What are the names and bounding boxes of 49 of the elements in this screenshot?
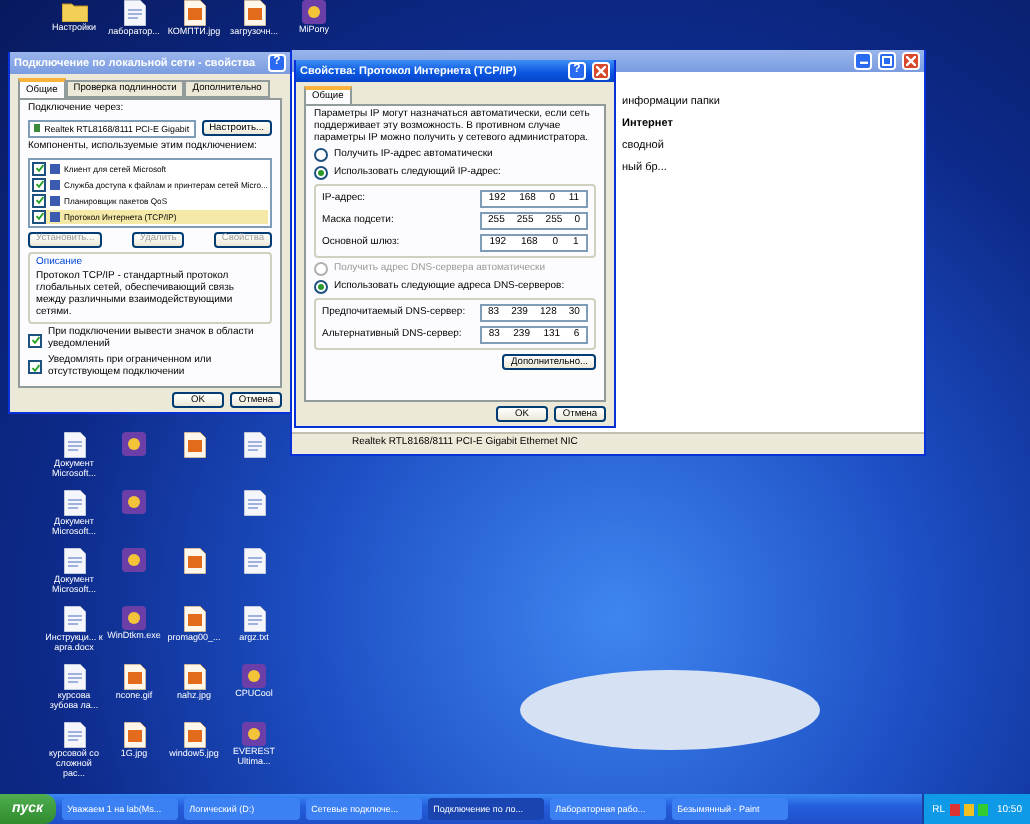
image-file-icon[interactable] — [183, 722, 205, 748]
radio-button[interactable] — [314, 166, 328, 181]
maximize-button[interactable] — [878, 52, 896, 70]
document-icon[interactable] — [63, 722, 85, 748]
document-icon[interactable] — [63, 490, 85, 516]
application-icon[interactable] — [122, 606, 146, 630]
application-icon[interactable] — [302, 0, 326, 24]
close-icon — [596, 66, 606, 76]
document-icon[interactable] — [243, 432, 265, 458]
checkbox[interactable] — [32, 161, 46, 176]
checkmark-icon — [31, 363, 39, 372]
document-icon[interactable] — [63, 548, 85, 574]
application-icon[interactable] — [122, 490, 146, 514]
maximize-icon — [882, 56, 892, 66]
document-icon[interactable] — [243, 490, 265, 516]
minimize-button[interactable] — [854, 52, 872, 70]
tray-icons[interactable] — [950, 803, 991, 815]
application-icon[interactable] — [242, 664, 266, 688]
image-file-icon[interactable] — [243, 0, 265, 26]
document-icon[interactable] — [63, 606, 85, 632]
application-icon[interactable] — [122, 548, 146, 572]
close-button[interactable] — [592, 62, 610, 80]
image-file-icon[interactable] — [183, 0, 205, 26]
application-icon[interactable] — [242, 722, 266, 746]
image-file-icon[interactable] — [183, 432, 205, 458]
checkbox[interactable] — [32, 177, 46, 192]
document-icon[interactable] — [243, 606, 265, 632]
document-icon[interactable] — [63, 432, 85, 458]
close-button[interactable] — [902, 52, 920, 70]
checkbox[interactable] — [32, 193, 46, 208]
checkmark-icon — [31, 336, 39, 345]
document-icon[interactable] — [243, 548, 265, 574]
radio-button[interactable] — [314, 148, 328, 163]
image-file-icon[interactable] — [183, 606, 205, 632]
minimize-icon — [859, 59, 867, 63]
checkbox[interactable] — [32, 209, 46, 224]
image-file-icon[interactable] — [183, 664, 205, 690]
checkbox[interactable] — [28, 333, 42, 348]
image-file-icon[interactable] — [183, 548, 205, 574]
document-icon[interactable] — [123, 0, 145, 26]
radio-button[interactable] — [314, 280, 328, 295]
folder-icon[interactable] — [61, 0, 87, 22]
checkbox[interactable] — [28, 360, 42, 375]
image-file-icon[interactable] — [123, 664, 145, 690]
network-card-icon — [34, 124, 41, 133]
document-icon[interactable] — [63, 664, 85, 690]
close-icon — [906, 56, 916, 66]
image-file-icon[interactable] — [123, 722, 145, 748]
application-icon[interactable] — [122, 432, 146, 456]
